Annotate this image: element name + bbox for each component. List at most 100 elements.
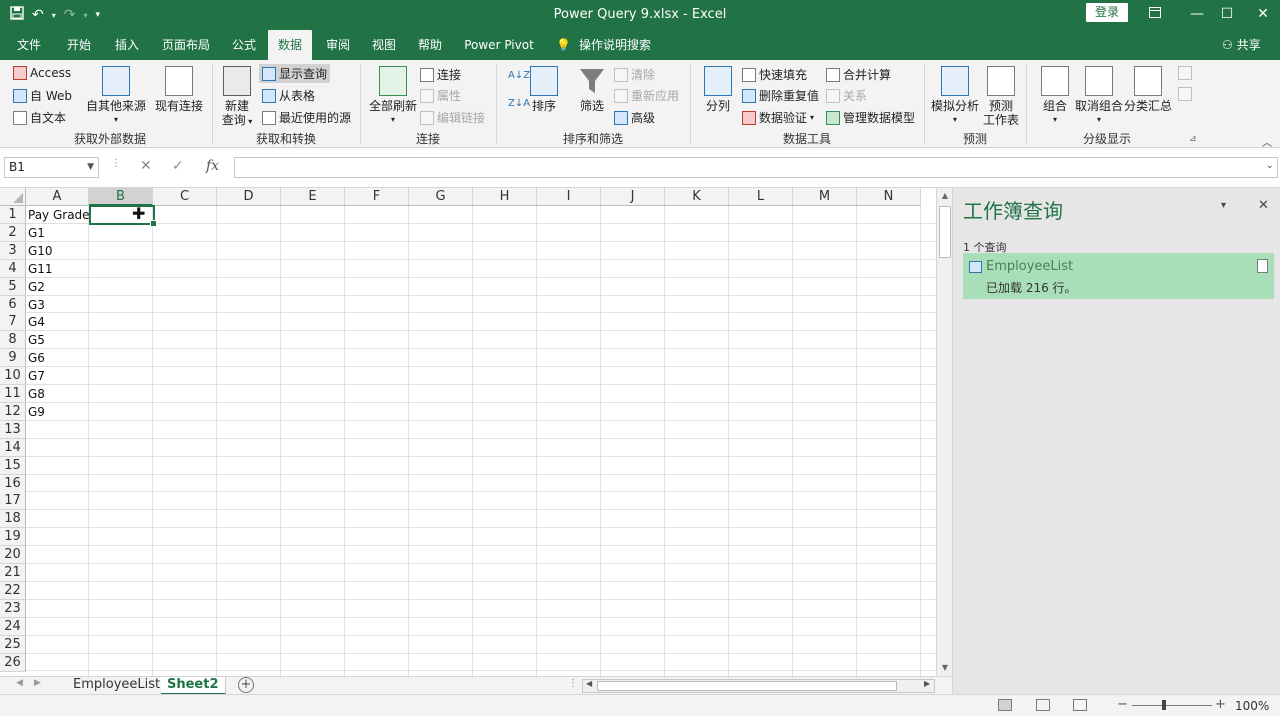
zoom-in-icon[interactable]: + [1215, 697, 1226, 712]
login-button[interactable]: 登录 [1086, 3, 1128, 22]
cell-a10[interactable]: G7 [26, 367, 89, 385]
from-web-button[interactable]: 自 Web [13, 87, 72, 104]
outline-dialog-launcher-icon[interactable]: ⊿ [1189, 134, 1197, 144]
formula-input[interactable]: ⌄ [234, 157, 1278, 178]
subtotal-button[interactable]: 分类汇总 [1124, 66, 1172, 113]
worksheet-grid[interactable]: ABCDEFGHIJKLMN 1 2 3 4 5 6 7 8 9 10 11 12 13 14 15 16 17… [0, 188, 936, 676]
row-header-4[interactable]: 4 [0, 259, 26, 278]
connections-button[interactable]: 连接 [420, 66, 461, 83]
tab-review[interactable]: 审阅 [318, 30, 358, 60]
query-sheet-icon[interactable] [1257, 259, 1268, 273]
consolidate-button[interactable]: 合并计算 [826, 66, 891, 83]
ungroup-button[interactable]: 取消组合 ▾ [1074, 66, 1124, 127]
group-button[interactable]: 组合 ▾ [1038, 66, 1072, 127]
cell-a9[interactable]: G6 [26, 349, 89, 367]
hide-detail-icon[interactable] [1178, 87, 1192, 101]
tab-power-pivot[interactable]: Power Pivot [460, 30, 538, 60]
cell-a12[interactable]: G9 [26, 403, 89, 421]
row-header-2[interactable]: 2 [0, 223, 26, 242]
name-box[interactable]: B1 ▼ [4, 157, 99, 178]
row-header-7[interactable]: 7 [0, 313, 26, 332]
pane-options-dropdown-icon[interactable]: ▾ [1221, 200, 1226, 211]
tell-me-search[interactable]: 💡 操作说明搜索 [556, 30, 651, 60]
row-header-15[interactable]: 15 [0, 456, 26, 475]
page-break-view-icon[interactable] [1073, 699, 1087, 711]
column-header-f[interactable]: F [345, 188, 409, 206]
tab-home[interactable]: 开始 [58, 30, 100, 60]
sheet-nav-prev-icon[interactable]: ◀ [16, 678, 23, 688]
close-icon[interactable]: ✕ [1248, 4, 1278, 24]
scroll-left-icon[interactable]: ◀ [586, 679, 592, 688]
row-header-3[interactable]: 3 [0, 241, 26, 260]
column-header-d[interactable]: D [217, 188, 281, 206]
row-header-23[interactable]: 23 [0, 599, 26, 618]
confirm-entry-icon[interactable]: ✓ [172, 158, 184, 174]
tab-formulas[interactable]: 公式 [224, 30, 264, 60]
data-validation-button[interactable]: 数据验证 ▾ [742, 109, 814, 126]
remove-duplicates-button[interactable]: 删除重复值 [742, 87, 819, 104]
new-query-button[interactable]: 新建 查询 ▾ [218, 66, 256, 129]
query-item-employeelist[interactable]: EmployeeList 已加载 216 行。 [963, 253, 1274, 299]
tab-split-grip-icon[interactable]: ⋮ [568, 678, 578, 689]
recent-sources-button[interactable]: 最近使用的源 [262, 109, 351, 126]
reapply-button[interactable]: 重新应用 [614, 87, 679, 104]
show-detail-icon[interactable] [1178, 66, 1192, 80]
column-header-h[interactable]: H [473, 188, 537, 206]
pane-close-icon[interactable]: ✕ [1258, 198, 1269, 213]
properties-button[interactable]: 属性 [420, 87, 461, 104]
row-header-20[interactable]: 20 [0, 546, 26, 565]
row-header-8[interactable]: 8 [0, 331, 26, 350]
column-header-l[interactable]: L [729, 188, 793, 206]
zoom-level[interactable]: 100% [1235, 699, 1269, 713]
manage-data-model-button[interactable]: 管理数据模型 [826, 109, 915, 126]
zoom-out-icon[interactable]: − [1117, 697, 1128, 712]
zoom-slider-track[interactable] [1132, 705, 1212, 706]
sheet-nav-next-icon[interactable]: ▶ [34, 678, 41, 688]
cell-a8[interactable]: G5 [26, 331, 89, 349]
row-header-21[interactable]: 21 [0, 564, 26, 582]
collapse-ribbon-icon[interactable]: ︿ [1262, 134, 1272, 149]
name-box-dropdown-icon[interactable]: ▼ [87, 158, 94, 177]
row-header-11[interactable]: 11 [0, 385, 26, 403]
tab-data[interactable]: 数据 [268, 30, 312, 60]
column-header-g[interactable]: G [409, 188, 473, 206]
select-all-corner[interactable] [0, 188, 26, 206]
sheet-tab-sheet2[interactable]: Sheet2 [161, 677, 226, 695]
minimize-icon[interactable]: — [1182, 4, 1212, 24]
advanced-filter-button[interactable]: 高级 [614, 109, 655, 126]
row-header-24[interactable]: 24 [0, 617, 26, 636]
forecast-sheet-button[interactable]: 预测 工作表 [982, 66, 1020, 127]
sort-ascending-icon[interactable]: A↓Z [508, 70, 530, 81]
row-header-16[interactable]: 16 [0, 474, 26, 493]
cell-a11[interactable]: G8 [26, 385, 89, 403]
row-header-12[interactable]: 12 [0, 402, 26, 421]
share-button[interactable]: ⚇ 共享 [1222, 30, 1261, 60]
tab-page-layout[interactable]: 页面布局 [158, 30, 214, 60]
sort-button[interactable]: 排序 [528, 66, 560, 113]
flash-fill-button[interactable]: 快速填充 [742, 66, 807, 83]
sheet-tab-employeelist[interactable]: EmployeeList [67, 677, 168, 695]
ribbon-display-options-icon[interactable] [1140, 4, 1170, 24]
existing-connections-button[interactable]: 现有连接 [154, 66, 204, 113]
column-header-i[interactable]: I [537, 188, 601, 206]
row-header-6[interactable]: 6 [0, 295, 26, 314]
row-header-18[interactable]: 18 [0, 510, 26, 529]
cell-a1[interactable]: Pay Grade [26, 206, 90, 224]
column-header-m[interactable]: M [793, 188, 857, 206]
column-header-e[interactable]: E [281, 188, 345, 206]
row-header-17[interactable]: 17 [0, 492, 26, 511]
horizontal-scrollbar[interactable]: ◀ ▶ [582, 679, 935, 693]
cell-a3[interactable]: G10 [26, 242, 89, 260]
cell-a4[interactable]: G11 [26, 260, 89, 278]
tab-view[interactable]: 视图 [364, 30, 404, 60]
scroll-right-icon[interactable]: ▶ [924, 679, 930, 688]
scroll-up-icon[interactable]: ▲ [937, 191, 953, 200]
insert-function-icon[interactable]: fx [206, 158, 219, 174]
row-header-5[interactable]: 5 [0, 277, 26, 296]
edit-links-button[interactable]: 编辑链接 [420, 109, 485, 126]
other-sources-button[interactable]: 自其他来源 ▾ [86, 66, 146, 127]
what-if-analysis-button[interactable]: 模拟分析 ▾ [930, 66, 980, 127]
column-header-j[interactable]: J [601, 188, 665, 206]
from-access-button[interactable]: Access [13, 66, 71, 80]
column-header-c[interactable]: C [153, 188, 217, 206]
